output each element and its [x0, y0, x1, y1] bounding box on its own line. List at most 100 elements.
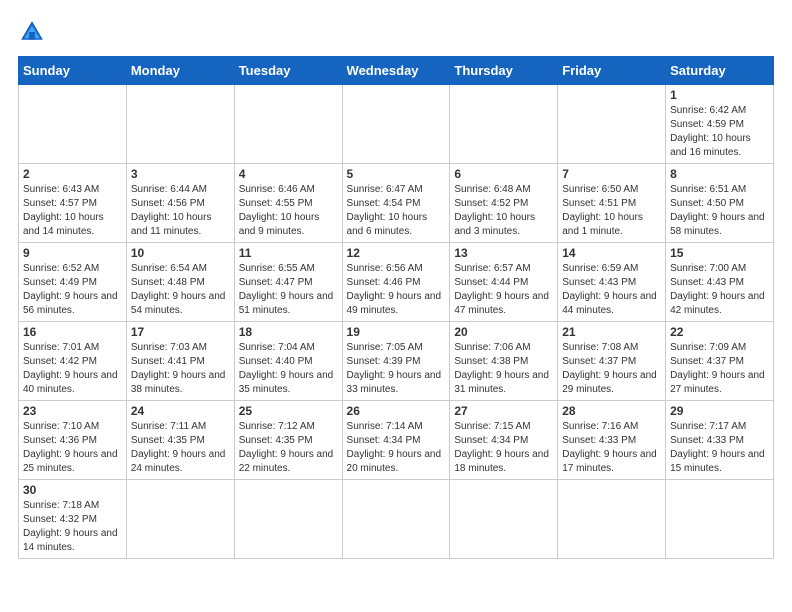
- calendar-cell: 16 Sunrise: 7:01 AMSunset: 4:42 PMDayligh…: [19, 322, 127, 401]
- calendar-cell: 18 Sunrise: 7:04 AMSunset: 4:40 PMDayligh…: [234, 322, 342, 401]
- calendar-cell: [126, 480, 234, 559]
- day-number: 16: [23, 325, 122, 339]
- day-info: Sunrise: 7:11 AMSunset: 4:35 PMDaylight:…: [131, 420, 230, 476]
- day-info: Sunrise: 7:08 AMSunset: 4:37 PMDaylight:…: [562, 341, 661, 397]
- calendar-row-0: 1 Sunrise: 6:42 AMSunset: 4:59 PMDaylight…: [19, 85, 774, 164]
- day-info: Sunrise: 7:03 AMSunset: 4:41 PMDaylight:…: [131, 341, 230, 397]
- day-number: 28: [562, 404, 661, 418]
- day-info: Sunrise: 7:06 AMSunset: 4:38 PMDaylight:…: [454, 341, 553, 397]
- calendar-cell: 26Sunrise: 7:14 AMSunset: 4:34 PMDayligh…: [342, 401, 450, 480]
- calendar-cell: 10 Sunrise: 6:54 AMSunset: 4:48 PMDayligh…: [126, 243, 234, 322]
- calendar-cell: 7 Sunrise: 6:50 AMSunset: 4:51 PMDaylight…: [558, 164, 666, 243]
- day-number: 10: [131, 246, 230, 260]
- day-info: Sunrise: 6:44 AMSunset: 4:56 PMDaylight:…: [131, 183, 230, 239]
- calendar-cell: 19Sunrise: 7:05 AMSunset: 4:39 PMDayligh…: [342, 322, 450, 401]
- calendar-cell: 28Sunrise: 7:16 AMSunset: 4:33 PMDayligh…: [558, 401, 666, 480]
- day-number: 8: [670, 167, 769, 181]
- calendar-cell: 2 Sunrise: 6:43 AMSunset: 4:57 PMDaylight…: [19, 164, 127, 243]
- day-info: Sunrise: 7:17 AMSunset: 4:33 PMDaylight:…: [670, 420, 769, 476]
- day-number: 22: [670, 325, 769, 339]
- day-info: Sunrise: 6:55 AMSunset: 4:47 PMDaylight:…: [239, 262, 338, 318]
- calendar-cell: 23Sunrise: 7:10 AMSunset: 4:36 PMDayligh…: [19, 401, 127, 480]
- day-info: Sunrise: 7:15 AMSunset: 4:34 PMDaylight:…: [454, 420, 553, 476]
- calendar-cell: 24 Sunrise: 7:11 AMSunset: 4:35 PMDayligh…: [126, 401, 234, 480]
- calendar-cell: [234, 85, 342, 164]
- day-info: Sunrise: 6:47 AMSunset: 4:54 PMDaylight:…: [347, 183, 446, 239]
- day-number: 21: [562, 325, 661, 339]
- calendar-cell: 27 Sunrise: 7:15 AMSunset: 4:34 PMDayligh…: [450, 401, 558, 480]
- weekday-header-tuesday: Tuesday: [234, 57, 342, 85]
- calendar-cell: 11Sunrise: 6:55 AMSunset: 4:47 PMDayligh…: [234, 243, 342, 322]
- day-info: Sunrise: 6:57 AMSunset: 4:44 PMDaylight:…: [454, 262, 553, 318]
- calendar-cell: [234, 480, 342, 559]
- day-info: Sunrise: 6:42 AMSunset: 4:59 PMDaylight:…: [670, 104, 769, 160]
- calendar-cell: [666, 480, 774, 559]
- weekday-header-row: SundayMondayTuesdayWednesdayThursdayFrid…: [19, 57, 774, 85]
- day-number: 4: [239, 167, 338, 181]
- calendar-cell: 6 Sunrise: 6:48 AMSunset: 4:52 PMDaylight…: [450, 164, 558, 243]
- calendar-cell: 12Sunrise: 6:56 AMSunset: 4:46 PMDayligh…: [342, 243, 450, 322]
- day-number: 17: [131, 325, 230, 339]
- day-number: 5: [347, 167, 446, 181]
- day-number: 1: [670, 88, 769, 102]
- calendar-cell: 22 Sunrise: 7:09 AMSunset: 4:37 PMDayligh…: [666, 322, 774, 401]
- day-number: 30: [23, 483, 122, 497]
- day-info: Sunrise: 6:52 AMSunset: 4:49 PMDaylight:…: [23, 262, 122, 318]
- logo: [18, 18, 50, 46]
- calendar-cell: 13 Sunrise: 6:57 AMSunset: 4:44 PMDayligh…: [450, 243, 558, 322]
- page: SundayMondayTuesdayWednesdayThursdayFrid…: [0, 0, 792, 569]
- day-info: Sunrise: 7:00 AMSunset: 4:43 PMDaylight:…: [670, 262, 769, 318]
- calendar-cell: [558, 480, 666, 559]
- day-number: 6: [454, 167, 553, 181]
- calendar-cell: 3 Sunrise: 6:44 AMSunset: 4:56 PMDaylight…: [126, 164, 234, 243]
- calendar-cell: [19, 85, 127, 164]
- calendar-cell: [126, 85, 234, 164]
- calendar-cell: 17 Sunrise: 7:03 AMSunset: 4:41 PMDayligh…: [126, 322, 234, 401]
- weekday-header-friday: Friday: [558, 57, 666, 85]
- calendar-row-4: 23Sunrise: 7:10 AMSunset: 4:36 PMDayligh…: [19, 401, 774, 480]
- calendar-cell: [558, 85, 666, 164]
- day-number: 25: [239, 404, 338, 418]
- day-number: 14: [562, 246, 661, 260]
- day-number: 24: [131, 404, 230, 418]
- calendar-cell: 1 Sunrise: 6:42 AMSunset: 4:59 PMDaylight…: [666, 85, 774, 164]
- day-info: Sunrise: 6:56 AMSunset: 4:46 PMDaylight:…: [347, 262, 446, 318]
- calendar-cell: 30 Sunrise: 7:18 AMSunset: 4:32 PMDayligh…: [19, 480, 127, 559]
- header: [18, 18, 774, 46]
- calendar-cell: 29 Sunrise: 7:17 AMSunset: 4:33 PMDayligh…: [666, 401, 774, 480]
- day-info: Sunrise: 7:09 AMSunset: 4:37 PMDaylight:…: [670, 341, 769, 397]
- day-number: 18: [239, 325, 338, 339]
- day-info: Sunrise: 7:04 AMSunset: 4:40 PMDaylight:…: [239, 341, 338, 397]
- weekday-header-sunday: Sunday: [19, 57, 127, 85]
- weekday-header-saturday: Saturday: [666, 57, 774, 85]
- weekday-header-wednesday: Wednesday: [342, 57, 450, 85]
- day-number: 2: [23, 167, 122, 181]
- calendar-row-5: 30 Sunrise: 7:18 AMSunset: 4:32 PMDayligh…: [19, 480, 774, 559]
- day-info: Sunrise: 6:54 AMSunset: 4:48 PMDaylight:…: [131, 262, 230, 318]
- day-number: 13: [454, 246, 553, 260]
- day-number: 9: [23, 246, 122, 260]
- day-info: Sunrise: 7:18 AMSunset: 4:32 PMDaylight:…: [23, 499, 122, 555]
- day-number: 29: [670, 404, 769, 418]
- day-info: Sunrise: 6:50 AMSunset: 4:51 PMDaylight:…: [562, 183, 661, 239]
- calendar-cell: [450, 85, 558, 164]
- day-info: Sunrise: 6:46 AMSunset: 4:55 PMDaylight:…: [239, 183, 338, 239]
- calendar-cell: [342, 480, 450, 559]
- calendar-cell: 20Sunrise: 7:06 AMSunset: 4:38 PMDayligh…: [450, 322, 558, 401]
- calendar-cell: 9 Sunrise: 6:52 AMSunset: 4:49 PMDaylight…: [19, 243, 127, 322]
- day-number: 3: [131, 167, 230, 181]
- day-number: 7: [562, 167, 661, 181]
- calendar-row-1: 2 Sunrise: 6:43 AMSunset: 4:57 PMDaylight…: [19, 164, 774, 243]
- day-number: 15: [670, 246, 769, 260]
- calendar-cell: 25Sunrise: 7:12 AMSunset: 4:35 PMDayligh…: [234, 401, 342, 480]
- day-info: Sunrise: 7:14 AMSunset: 4:34 PMDaylight:…: [347, 420, 446, 476]
- calendar-cell: 21 Sunrise: 7:08 AMSunset: 4:37 PMDayligh…: [558, 322, 666, 401]
- day-info: Sunrise: 6:59 AMSunset: 4:43 PMDaylight:…: [562, 262, 661, 318]
- day-number: 19: [347, 325, 446, 339]
- day-info: Sunrise: 6:48 AMSunset: 4:52 PMDaylight:…: [454, 183, 553, 239]
- day-info: Sunrise: 6:43 AMSunset: 4:57 PMDaylight:…: [23, 183, 122, 239]
- day-number: 27: [454, 404, 553, 418]
- day-info: Sunrise: 7:01 AMSunset: 4:42 PMDaylight:…: [23, 341, 122, 397]
- calendar-table: SundayMondayTuesdayWednesdayThursdayFrid…: [18, 56, 774, 559]
- day-number: 23: [23, 404, 122, 418]
